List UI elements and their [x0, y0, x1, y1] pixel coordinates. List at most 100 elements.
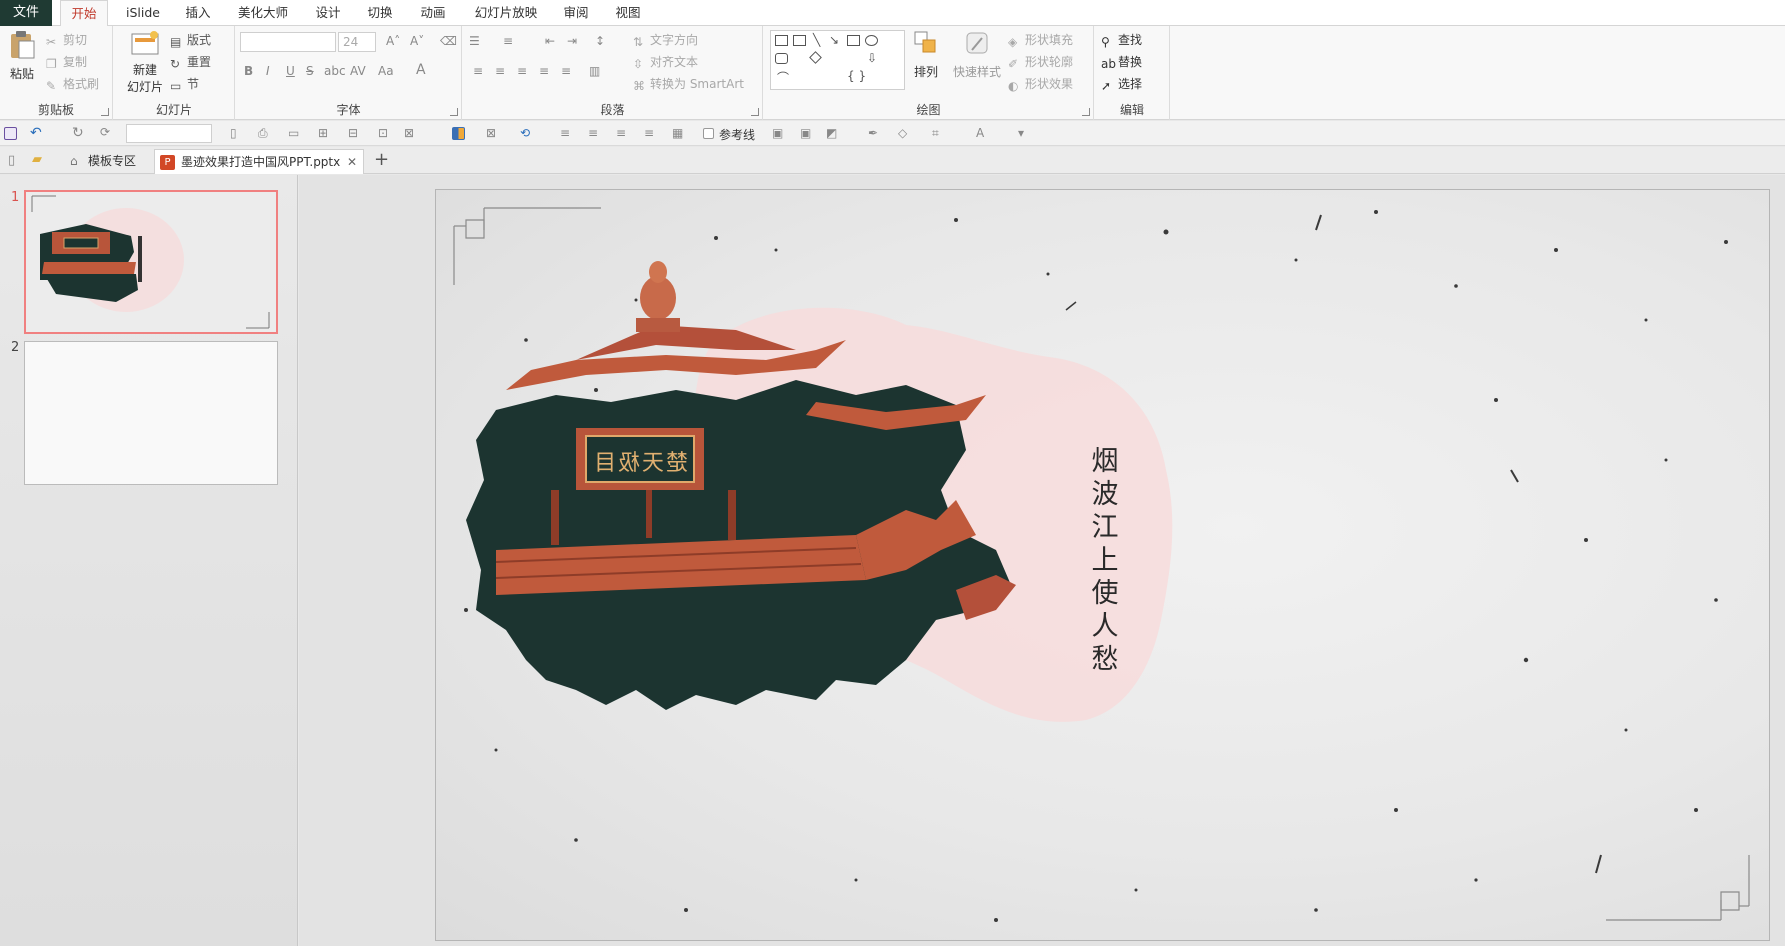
align-left-icon[interactable]: ≡	[473, 64, 483, 78]
close-tab-icon[interactable]: ✕	[347, 150, 357, 175]
qat-justify-icon[interactable]: ≡	[644, 126, 654, 140]
font-color-icon[interactable]: A	[416, 62, 426, 78]
qat-picture-icon[interactable]: ◩	[826, 126, 837, 140]
qat-align-right-icon[interactable]: ≡	[616, 126, 626, 140]
slide-thumbnail-2[interactable]	[24, 341, 278, 485]
tab-insert[interactable]: 插入	[178, 0, 218, 26]
quick-styles-button[interactable]: 快速样式	[950, 30, 1004, 80]
format-painter-button[interactable]: ✎ 格式刷	[46, 74, 99, 94]
cut-button[interactable]: ✂ 剪切	[46, 30, 87, 50]
align-center-icon[interactable]: ≡	[495, 64, 505, 78]
grow-font-icon[interactable]: A˄	[386, 34, 400, 48]
qat-tool-icon-6[interactable]: ⊡	[378, 126, 388, 140]
qat-tool-icon-1[interactable]: ▯	[230, 126, 237, 140]
distributed-icon[interactable]: ≡	[561, 64, 571, 78]
rectangle-shape-icon[interactable]	[847, 35, 860, 46]
tab-islide[interactable]: iSlide	[118, 0, 168, 26]
poem-text[interactable]: 烟 波 江 上 使 人 愁	[1088, 445, 1122, 676]
qat-tool-icon-5[interactable]: ⊟	[348, 126, 358, 140]
qat-font-color-icon[interactable]: A	[976, 126, 984, 140]
guides-checkbox[interactable]	[703, 128, 714, 139]
shapes-gallery[interactable]: ⇩ ╲ ↘ ⌒ { }	[770, 30, 905, 90]
redo-icon[interactable]: ↻	[72, 125, 84, 141]
numbering-icon[interactable]: ≡	[503, 34, 513, 48]
shrink-font-icon[interactable]: A˅	[410, 34, 424, 48]
increase-indent-icon[interactable]: ⇥	[567, 34, 577, 48]
font-launcher-icon[interactable]	[450, 108, 458, 116]
change-case-icon[interactable]: Aa	[378, 64, 394, 78]
arrow-down-shape-icon[interactable]: ⇩	[867, 51, 877, 65]
file-tab[interactable]: P 墨迹效果打造中国风PPT.pptx ✕	[154, 149, 364, 174]
vertical-textbox-shape-icon[interactable]	[793, 35, 806, 46]
undo-icon[interactable]: ↶	[30, 125, 42, 141]
copy-button[interactable]: ❐ 复制	[46, 52, 87, 72]
qat-fill-icon[interactable]: ◇	[898, 126, 907, 140]
template-zone-tab[interactable]: ⌂ 模板专区	[66, 149, 148, 174]
new-slide-button[interactable]: 新建 幻灯片	[120, 30, 170, 95]
arrange-button[interactable]: 排列	[906, 30, 946, 80]
qat-tool-icon-7[interactable]: ⊠	[404, 126, 414, 140]
qat-tool-icon-2[interactable]: ⎙	[258, 126, 268, 141]
qat-textbox-icon[interactable]: ▣	[772, 126, 783, 140]
qat-tool-icon-4[interactable]: ⊞	[318, 126, 328, 140]
qat-image-icon[interactable]: ▣	[800, 126, 811, 140]
tab-transitions[interactable]: 切换	[360, 0, 400, 26]
qat-tool-icon-9[interactable]: ⟲	[520, 126, 530, 140]
clear-format-icon[interactable]: ⌫	[440, 34, 457, 48]
tab-home[interactable]: 开始	[60, 0, 108, 27]
find-button[interactable]: ⚲ 查找	[1101, 30, 1142, 50]
qat-crop-icon[interactable]: ⌗	[932, 126, 939, 141]
repeat-icon[interactable]: ⟳	[100, 125, 110, 139]
qat-align-left-icon[interactable]: ≡	[560, 126, 570, 140]
shape-fill-button[interactable]: ◈ 形状填充	[1008, 30, 1073, 50]
italic-icon[interactable]: I	[266, 64, 270, 78]
color-fill-icon[interactable]	[452, 127, 465, 140]
brace-shape-icon[interactable]: { }	[847, 69, 866, 83]
justify-icon[interactable]: ≡	[539, 64, 549, 78]
strikethrough-icon[interactable]: S	[306, 64, 314, 78]
clipboard-launcher-icon[interactable]	[101, 108, 109, 116]
convert-smartart-button[interactable]: ⌘ 转换为 SmartArt	[633, 74, 744, 94]
freeform-shape-icon[interactable]: ⌒	[777, 69, 789, 86]
bullets-icon[interactable]: ☰	[469, 34, 480, 48]
reset-button[interactable]: ↻ 重置	[170, 52, 211, 72]
textbox-shape-icon[interactable]	[775, 35, 788, 46]
font-size-field[interactable]: 24	[338, 32, 376, 52]
text-direction-button[interactable]: ⇅ 文字方向	[633, 30, 698, 50]
shape-outline-button[interactable]: ✐ 形状轮廓	[1008, 52, 1073, 72]
align-right-icon[interactable]: ≡	[517, 64, 527, 78]
tab-animations[interactable]: 动画	[413, 0, 453, 26]
qat-tool-icon-3[interactable]: ▭	[288, 126, 299, 140]
tab-beautify-master[interactable]: 美化大师	[228, 0, 298, 26]
align-text-button[interactable]: ⇳ 对齐文本	[633, 52, 698, 72]
slide-thumbnail-1[interactable]	[24, 190, 278, 334]
slide-canvas[interactable]: 楚天极目 烟 波 江 上 使 人 愁	[435, 189, 1770, 941]
add-tab-button[interactable]: +	[374, 149, 389, 170]
line-spacing-icon[interactable]: ↕	[595, 34, 605, 48]
save-icon[interactable]	[4, 127, 17, 140]
open-folder-icon[interactable]: ▰	[32, 152, 42, 167]
line-shape-icon[interactable]: ╲	[813, 33, 820, 47]
paste-button[interactable]: 粘贴	[4, 30, 40, 82]
drawing-launcher-icon[interactable]	[1082, 108, 1090, 116]
diamond-shape-icon[interactable]	[809, 51, 822, 64]
section-button[interactable]: ▭ 节	[170, 74, 199, 94]
shadow-icon[interactable]: abc	[324, 64, 346, 78]
arrow-line-shape-icon[interactable]: ↘	[829, 33, 839, 47]
menu-file[interactable]: 文件	[0, 0, 52, 26]
bold-icon[interactable]: B	[244, 64, 253, 78]
qat-font-field[interactable]	[126, 124, 212, 143]
shape-effects-button[interactable]: ◐ 形状效果	[1008, 74, 1073, 94]
qat-pin-icon[interactable]: ✒	[868, 126, 878, 140]
tab-slideshow[interactable]: 幻灯片放映	[468, 0, 544, 26]
oval-shape-icon[interactable]	[865, 35, 878, 46]
qat-tool-icon-8[interactable]: ⊠	[486, 126, 496, 140]
layout-button[interactable]: ▤ 版式	[170, 30, 211, 50]
tab-design[interactable]: 设计	[308, 0, 348, 26]
qat-table-icon[interactable]: ▦	[672, 126, 683, 140]
tab-review[interactable]: 审阅	[556, 0, 596, 26]
font-family-field[interactable]	[240, 32, 336, 52]
paragraph-launcher-icon[interactable]	[751, 108, 759, 116]
select-button[interactable]: ➚ 选择	[1101, 74, 1142, 94]
tab-view[interactable]: 视图	[608, 0, 648, 26]
